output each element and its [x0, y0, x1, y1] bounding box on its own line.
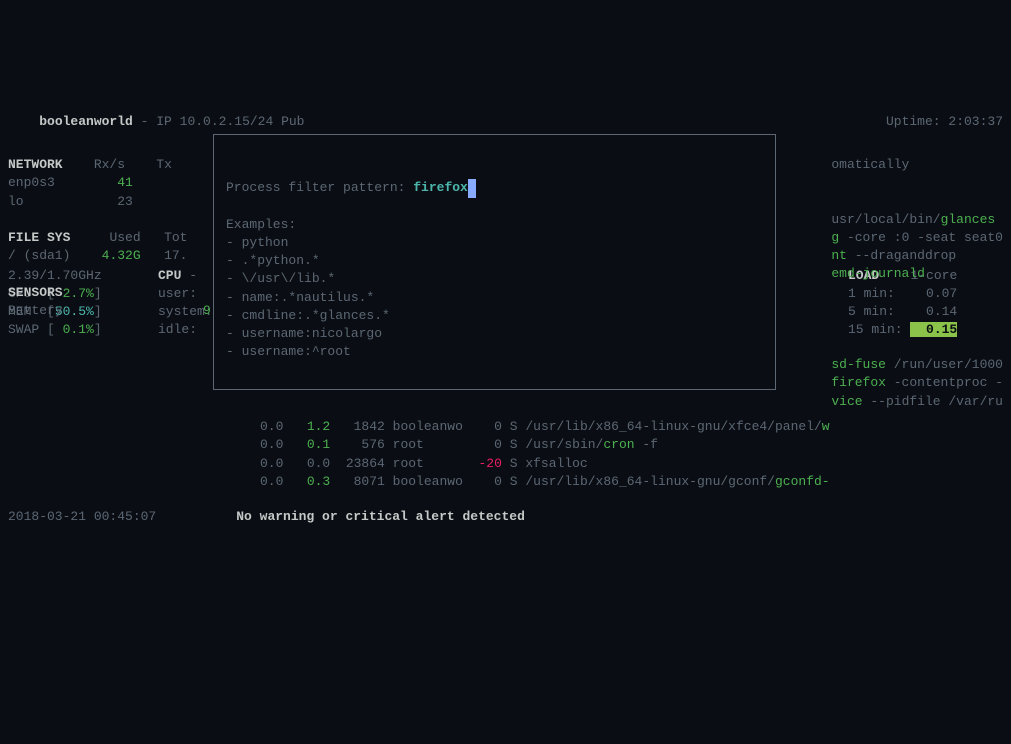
- swap-bar-label: SWAP [: [8, 322, 55, 337]
- filesys-mount: / (sda1): [8, 248, 70, 263]
- proc-mem: 0.1: [307, 437, 330, 452]
- network-if2: lo: [8, 194, 24, 209]
- frag-cmd: emd-journald: [831, 266, 925, 281]
- proc-cmd: /usr/lib/x86_64-linux-gnu/gconf/: [525, 474, 775, 489]
- proc-mem: 1.2: [307, 419, 330, 434]
- proc-cmd-exe: gconfd-: [775, 474, 830, 489]
- proc-nice: 0: [494, 437, 502, 452]
- network-if1: enp0s3: [8, 175, 55, 190]
- proc-user: root: [393, 456, 463, 471]
- proc-pid: 8071: [346, 474, 385, 489]
- filesys-total-header: Tot: [164, 230, 187, 245]
- footer-alert: No warning or critical alert detected: [236, 508, 525, 526]
- proc-user: root: [393, 437, 463, 452]
- proc-user: booleanwo: [393, 474, 463, 489]
- ip-label: - IP: [133, 114, 180, 129]
- example-item: - username:nicolargo: [226, 326, 382, 341]
- frag-cmd: vice: [831, 394, 862, 409]
- process-list: 0.0 1.2 1842 booleanwo 0 S /usr/lib/x86_…: [260, 400, 830, 491]
- proc-state: S: [510, 437, 518, 452]
- frag-line: /run/user/1000: [886, 357, 1003, 372]
- hostname: booleanworld: [39, 114, 133, 129]
- proc-pid: 576: [346, 437, 385, 452]
- filter-input[interactable]: firefox: [413, 180, 468, 195]
- proc-cpu: 0.0: [260, 419, 283, 434]
- filesys-used-header: Used: [109, 230, 140, 245]
- frag-line: omatically: [831, 157, 909, 172]
- proc-cpu: 0.0: [260, 437, 283, 452]
- proc-mem: 0.3: [307, 474, 330, 489]
- example-item: - python: [226, 235, 288, 250]
- proc-nice: 0: [494, 419, 502, 434]
- pub-label: Pub: [273, 114, 312, 129]
- proc-pid: 1842: [346, 419, 385, 434]
- frag-line: -contentproc -: [886, 375, 1003, 390]
- footer-row: 2018-03-21 00:45:07 No warning or critic…: [0, 504, 1011, 530]
- proc-cpu: 0.0: [260, 456, 283, 471]
- frag-cmd: g: [831, 230, 839, 245]
- sensors-title: SENSORS: [8, 285, 63, 300]
- filesys-title: FILE SYS: [8, 230, 70, 245]
- filter-prompt: Process filter pattern:: [226, 180, 413, 195]
- footer-date: 2018-03-21 00:45:07: [8, 508, 156, 526]
- sensor-battery-label: Battery: [8, 303, 63, 318]
- proc-nice: -20: [478, 456, 501, 471]
- cursor-icon: [468, 179, 476, 197]
- left-panels: NETWORK Rx/s Tx enp0s3 41 lo 23 FILE SYS…: [8, 138, 211, 320]
- network-tx-header: Tx: [156, 157, 172, 172]
- example-item: - \/usr\/lib.*: [226, 271, 335, 286]
- right-fragments: omatically usr/local/bin/glances g -core…: [831, 138, 1003, 411]
- network-rx-header: Rx/s: [94, 157, 125, 172]
- proc-cmd-args: -f: [635, 437, 658, 452]
- example-item: - username:^root: [226, 344, 351, 359]
- proc-user: booleanwo: [393, 419, 463, 434]
- proc-cmd: /usr/lib/x86_64-linux-gnu/xfce4/panel/: [525, 419, 821, 434]
- proc-cmd: /usr/sbin/: [525, 437, 603, 452]
- filesys-total: 17.: [164, 248, 187, 263]
- uptime-label: Uptime:: [886, 114, 948, 129]
- filesys-used: 4.32G: [102, 248, 141, 263]
- proc-mem: 0.0: [307, 456, 330, 471]
- ip-value: 10.0.2.15/24: [180, 114, 274, 129]
- frag-line: usr/local/bin/: [831, 212, 940, 227]
- sensor-battery-value: 9: [203, 303, 211, 318]
- uptime-value: 2:03:37: [948, 114, 1003, 129]
- proc-pid: 23864: [346, 456, 385, 471]
- frag-cmd: nt: [831, 248, 847, 263]
- network-if1-rx: 41: [117, 175, 133, 190]
- proc-cmd-exe: w: [822, 419, 830, 434]
- frag-cmd: glances: [941, 212, 996, 227]
- proc-state: S: [510, 456, 518, 471]
- network-title: NETWORK: [8, 157, 63, 172]
- proc-cmd-exe: cron: [603, 437, 634, 452]
- frag-cmd: sd-fuse: [831, 357, 886, 372]
- proc-cpu: 0.0: [260, 474, 283, 489]
- bracket-icon: ]: [94, 322, 102, 337]
- frag-line: --pidfile /var/ru: [863, 394, 1003, 409]
- filter-dialog[interactable]: Process filter pattern: firefox Examples…: [213, 134, 776, 390]
- frag-line: -core :0 -seat seat0: [839, 230, 1003, 245]
- example-item: - name:.*nautilus.*: [226, 290, 374, 305]
- examples-title: Examples:: [226, 217, 296, 232]
- frag-cmd: firefox: [831, 375, 886, 390]
- proc-nice: 0: [494, 474, 502, 489]
- frag-line: --draganddrop: [847, 248, 956, 263]
- example-item: - cmdline:.*glances.*: [226, 308, 390, 323]
- swap-bar-pct: 0.1%: [55, 322, 94, 337]
- network-if2-rx: 23: [117, 194, 133, 209]
- example-item: - .*python.*: [226, 253, 320, 268]
- proc-cmd: xfsalloc: [525, 456, 587, 471]
- proc-state: S: [510, 474, 518, 489]
- proc-state: S: [510, 419, 518, 434]
